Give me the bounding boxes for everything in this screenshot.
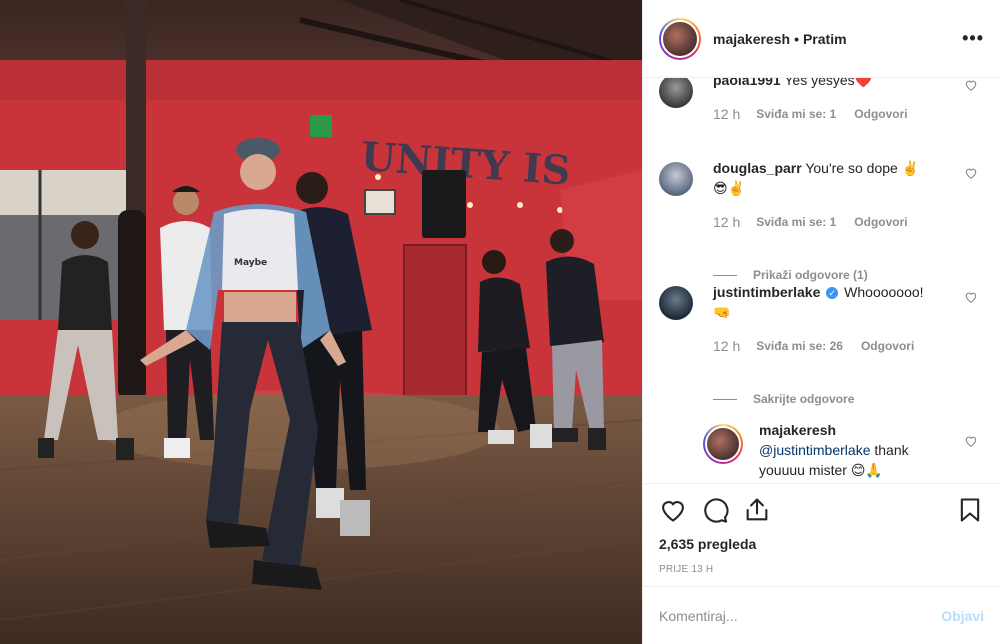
post-date[interactable]: PRIJE 13 H	[643, 558, 1000, 586]
comment-item: douglas_parr You're so dope ✌️ 😎✌️ 12 h …	[643, 158, 1000, 282]
author-username[interactable]: majakeresh	[713, 31, 790, 47]
follow-status-button[interactable]: Pratim	[803, 31, 847, 47]
comment-item: paola1991 Yes yesyes❤️ 12 h Sviđa mi se:…	[643, 78, 1000, 158]
add-comment-section: Objavi	[643, 586, 1000, 644]
like-reply-heart-icon[interactable]	[964, 434, 978, 448]
hide-replies-label: Sakrijte odgovore	[753, 392, 855, 406]
view-replies-button[interactable]: Prikaži odgovore (1)	[713, 268, 868, 282]
reply-username[interactable]: majakeresh	[759, 420, 954, 440]
bookmark-save-icon[interactable]	[956, 496, 984, 524]
verified-badge-icon: ✓	[826, 287, 839, 299]
reply-button[interactable]: Odgovori	[854, 212, 907, 232]
post-header: majakeresh • Pratim •••	[643, 0, 1000, 78]
comment-text: Yes yesyes	[784, 78, 855, 88]
post-video[interactable]: UNITY IS Maybe	[0, 0, 642, 644]
comments-list[interactable]: paola1991 Yes yesyes❤️ 12 h Sviđa mi se:…	[643, 78, 1000, 483]
like-heart-icon[interactable]	[659, 496, 687, 524]
reply-mention-link[interactable]: @justintimberlake	[759, 442, 870, 458]
replies-line	[713, 274, 737, 276]
reply-item: majakeresh @justintimberlake thank youuu…	[643, 420, 1000, 483]
view-count[interactable]: 2,635 pregleda	[643, 536, 1000, 558]
commenter-avatar[interactable]	[659, 286, 693, 320]
comment-text-emoji: 😎✌️	[713, 180, 746, 196]
action-bar	[643, 484, 1000, 536]
reply-button[interactable]: Odgovori	[854, 104, 907, 124]
post-actions-area: 2,635 pregleda PRIJE 13 H Objavi	[643, 483, 1000, 644]
comment-time[interactable]: 12 h	[713, 336, 740, 356]
exit-sign	[310, 115, 332, 137]
reply-author-avatar[interactable]	[703, 424, 743, 464]
comment-likes[interactable]: Sviđa mi se: 1	[756, 104, 836, 124]
post-comment-button[interactable]: Objavi	[941, 608, 984, 624]
comment-username[interactable]: douglas_parr	[713, 160, 802, 176]
hide-replies-button[interactable]: Sakrijte odgovore	[713, 392, 854, 406]
comment-time[interactable]: 12 h	[713, 212, 740, 232]
comment-input[interactable]	[659, 607, 942, 624]
comment-text-emoji: 🤜	[713, 304, 731, 320]
like-comment-heart-icon[interactable]	[964, 166, 978, 180]
comment-likes[interactable]: Sviđa mi se: 1	[756, 212, 836, 232]
reply-button[interactable]: Odgovori	[861, 336, 914, 356]
instagram-post: UNITY IS Maybe majakeresh • Pratim ••• p…	[0, 0, 1000, 644]
commenter-avatar[interactable]	[659, 162, 693, 196]
comment-item: justintimberlake ✓ Whooooooo! 🤜 12 h Svi…	[643, 282, 1000, 406]
post-details-panel: majakeresh • Pratim ••• paola1991 Yes ye…	[642, 0, 1000, 644]
comment-username[interactable]: paola1991	[713, 78, 781, 88]
comment-username[interactable]: justintimberlake	[713, 284, 820, 300]
share-upload-icon[interactable]	[743, 496, 771, 524]
author-avatar[interactable]	[659, 17, 701, 60]
dance-studio-scene: UNITY IS Maybe	[0, 0, 642, 644]
speaker	[422, 170, 466, 238]
comment-time[interactable]: 12 h	[713, 104, 740, 124]
heart-emoji: ❤️	[854, 78, 873, 88]
svg-text:Maybe: Maybe	[234, 258, 267, 268]
replies-line	[713, 398, 737, 400]
comment-likes[interactable]: Sviđa mi se: 26	[756, 336, 843, 356]
commenter-avatar[interactable]	[659, 78, 693, 108]
comment-text: Whooooooo!	[844, 284, 924, 300]
like-comment-heart-icon[interactable]	[964, 290, 978, 304]
more-options-icon[interactable]: •••	[962, 28, 984, 49]
comment-bubble-icon[interactable]	[701, 496, 729, 524]
view-replies-label: Prikaži odgovore (1)	[753, 268, 868, 282]
separator-dot: •	[794, 30, 799, 47]
like-comment-heart-icon[interactable]	[964, 78, 978, 92]
comment-text: You're so dope ✌️	[805, 160, 920, 176]
